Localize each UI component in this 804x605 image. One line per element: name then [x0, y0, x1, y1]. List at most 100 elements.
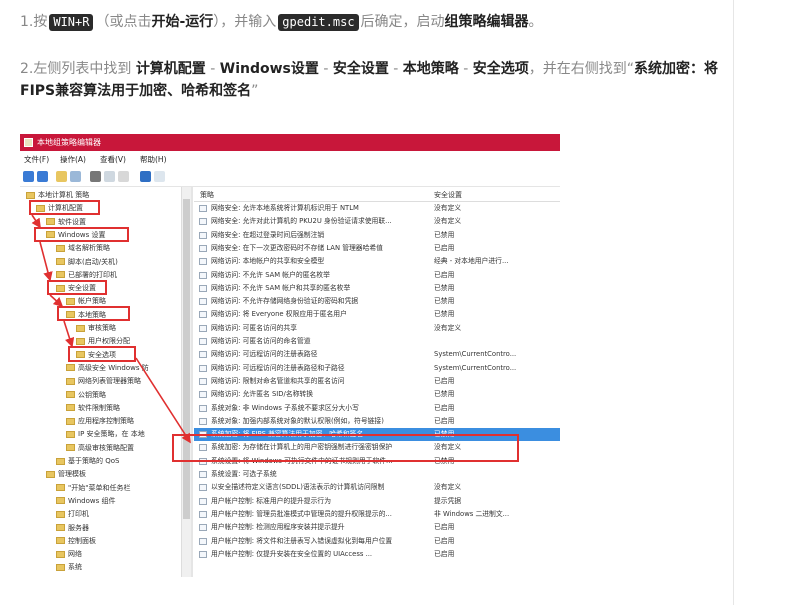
tree-item[interactable]: 脚本(启动/关机)	[56, 256, 118, 268]
forward-arrow-icon[interactable]	[37, 171, 48, 182]
tree-item[interactable]: 软件设置	[46, 216, 86, 228]
policy-row[interactable]: 网络安全: 允许本地系统将计算机标识用于 NTLM 没有定义	[194, 202, 560, 215]
policy-icon	[199, 364, 207, 372]
tree-item[interactable]: 高级审核策略配置	[66, 442, 134, 454]
tree-item[interactable]: 已部署的打印机	[56, 269, 117, 281]
policy-row[interactable]: 系统设置: 将 Windows 可执行文件中的证书规则用于软件... 已禁用	[194, 455, 560, 468]
policy-row[interactable]: 用户帐户控制: 管理员批准模式中管理员的提升权限提示的... 非 Windows …	[194, 508, 560, 521]
policy-row[interactable]: 系统对象: 加强内部系统对象的默认权限(例如，符号链接) 已启用	[194, 415, 560, 428]
tree-item-label: 高级审核策略配置	[78, 443, 134, 452]
policy-row[interactable]: 网络访问: 允许匿名 SID/名称转换 已禁用	[194, 388, 560, 401]
col-policy[interactable]: 策略	[200, 190, 214, 200]
tree-item[interactable]: 安全设置	[56, 282, 96, 294]
policy-row[interactable]: 网络访问: 可远程访问的注册表路径 System\CurrentContro...	[194, 348, 560, 361]
menu-help[interactable]: 帮助(H)	[140, 155, 167, 164]
tree-item-label: 本地计算机 策略	[38, 191, 90, 199]
policy-setting: 非 Windows 二进制文...	[434, 509, 510, 518]
menu-view[interactable]: 查看(V)	[100, 155, 126, 164]
policy-setting: 已启用	[434, 549, 455, 558]
tree-item[interactable]: 审核策略	[76, 322, 116, 334]
pane-divider[interactable]	[191, 187, 193, 577]
tree-item[interactable]: 控制面板	[56, 535, 96, 547]
folder-icon	[56, 524, 65, 531]
tree-item[interactable]: Windows 组件	[56, 495, 115, 507]
tree-item[interactable]: 网络	[56, 548, 82, 560]
show-hide-tree-icon[interactable]	[70, 171, 81, 182]
folder-icon	[56, 510, 65, 518]
tree-item[interactable]: 安全选项	[76, 349, 116, 361]
policy-icon	[199, 284, 207, 292]
menu-file[interactable]: 文件(F)	[24, 155, 49, 164]
tree-item[interactable]: "开始"菜单和任务栏	[56, 482, 130, 494]
properties-icon[interactable]	[104, 171, 115, 182]
col-setting[interactable]: 安全设置	[434, 190, 462, 200]
policy-row[interactable]: 用户帐户控制: 将文件和注册表写入错误虚拟化到每用户位置 已启用	[194, 535, 560, 548]
help-icon[interactable]	[140, 171, 151, 182]
tree-item[interactable]: Windows 设置	[46, 229, 105, 241]
folder-icon	[46, 218, 55, 226]
folder-icon	[66, 444, 75, 452]
tree-item[interactable]: 用户权限分配	[76, 335, 130, 347]
filter-icon[interactable]	[154, 171, 165, 182]
policy-row[interactable]: 网络访问: 不允许存储网络身份验证的密码和凭据 已禁用	[194, 295, 560, 308]
tree-item[interactable]: 服务器	[56, 522, 89, 534]
policy-row[interactable]: 网络安全: 在下一次更改密码时不存储 LAN 管理器哈希值 已启用	[194, 242, 560, 255]
tree-item[interactable]: 管理模板	[46, 468, 86, 480]
policy-row-selected[interactable]: 系统加密: 将 FIPS 兼容算法用于加密、哈希和签名 已禁用	[194, 428, 560, 442]
policy-name: 用户帐户控制: 标准用户的提升提示行为	[211, 496, 331, 505]
delete-icon[interactable]	[90, 171, 101, 182]
policy-name: 网络访问: 限制对命名管道和共享的匿名访问	[211, 376, 345, 385]
tree-item[interactable]: 帐户策略	[66, 295, 106, 307]
policy-icon	[199, 404, 207, 412]
tree-item[interactable]: 基于策略的 QoS	[56, 455, 119, 467]
policy-icon	[199, 471, 207, 478]
folder-icon	[56, 284, 65, 292]
folder-icon	[56, 271, 65, 279]
policy-row[interactable]: 用户帐户控制: 仅提升安装在安全位置的 UIAccess ... 已启用	[194, 548, 560, 561]
tree-item[interactable]: 本地策略	[66, 309, 106, 321]
policy-row[interactable]: 网络访问: 将 Everyone 权限应用于匿名用户 已禁用	[194, 308, 560, 321]
policy-row[interactable]: 网络安全: 允许对此计算机的 PKU2U 身份验证请求使用联... 没有定义	[194, 215, 560, 228]
tree-item[interactable]: 系统	[56, 561, 82, 573]
folder-icon	[56, 563, 65, 571]
policy-name: 网络访问: 可远程访问的注册表路径和子路径	[211, 363, 345, 372]
policy-row[interactable]: 用户帐户控制: 标准用户的提升提示行为 提示凭据	[194, 495, 560, 508]
policy-row[interactable]: 网络访问: 限制对命名管道和共享的匿名访问 已启用	[194, 375, 560, 388]
tree-item[interactable]: 应用程序控制策略	[66, 415, 134, 427]
scroll-thumb[interactable]	[183, 199, 190, 519]
tree-item[interactable]: 高级安全 Windows 防	[66, 362, 149, 374]
policy-row[interactable]: 网络访问: 可匿名访问的共享 没有定义	[194, 322, 560, 335]
tree-scrollbar[interactable]	[181, 187, 191, 577]
tree-item[interactable]: IP 安全策略，在 本地	[66, 428, 145, 440]
tree-item[interactable]: 网络列表管理器策略	[66, 375, 141, 387]
tree-item[interactable]: 计算机配置	[36, 202, 83, 214]
folder-up-icon[interactable]	[56, 171, 67, 182]
tree-item[interactable]: 打印机	[56, 508, 89, 520]
policy-row[interactable]: 系统对象: 非 Windows 子系统不要求区分大小写 已启用	[194, 402, 560, 415]
tree-item[interactable]: 公钥策略	[66, 389, 106, 401]
tree-item[interactable]: 域名解析策略	[56, 242, 110, 254]
policy-row[interactable]: 网络访问: 不允许 SAM 帐户和共享的匿名枚举 已禁用	[194, 282, 560, 295]
policy-row[interactable]: 系统设置: 可选子系统	[194, 468, 560, 481]
policy-setting: 经典 - 对本地用户进行...	[434, 257, 509, 266]
policy-setting: 没有定义	[434, 204, 462, 212]
back-arrow-icon[interactable]	[23, 171, 34, 182]
export-list-icon[interactable]	[118, 171, 129, 182]
tree-item[interactable]: 软件限制策略	[66, 402, 120, 414]
policy-name: 用户帐户控制: 仅提升安装在安全位置的 UIAccess ...	[211, 549, 373, 558]
menu-action[interactable]: 操作(A)	[60, 155, 86, 164]
policy-row[interactable]: 系统加密: 为存储在计算机上的用户密钥强制进行强密钥保护 没有定义	[194, 441, 560, 454]
policy-row[interactable]: 用户帐户控制: 检测应用程序安装并提示提升 已启用	[194, 521, 560, 534]
policy-name: 系统设置: 可选子系统	[211, 470, 277, 478]
policy-row[interactable]: 网络安全: 在超过登录时间后强制注销 已禁用	[194, 229, 560, 242]
policy-row[interactable]: 网络访问: 本地帐户的共享和安全模型 经典 - 对本地用户进行...	[194, 255, 560, 268]
policy-row[interactable]: 以安全描述符定义语言(SDDL)语法表示的计算机访问限制 没有定义	[194, 481, 560, 494]
policy-icon	[199, 231, 207, 239]
tree-item-label: 高级安全 Windows 防	[78, 363, 149, 372]
window-titlebar: 本地组策略编辑器	[20, 134, 560, 151]
policy-row[interactable]: 网络访问: 可匿名访问的命名管道	[194, 335, 560, 348]
policy-row[interactable]: 网络访问: 可远程访问的注册表路径和子路径 System\CurrentContr…	[194, 362, 560, 375]
policy-row[interactable]: 网络访问: 不允许 SAM 帐户的匿名枚举 已启用	[194, 269, 560, 282]
tree-item[interactable]: 本地计算机 策略	[26, 189, 89, 201]
tree-item-label: 系统	[68, 563, 82, 572]
